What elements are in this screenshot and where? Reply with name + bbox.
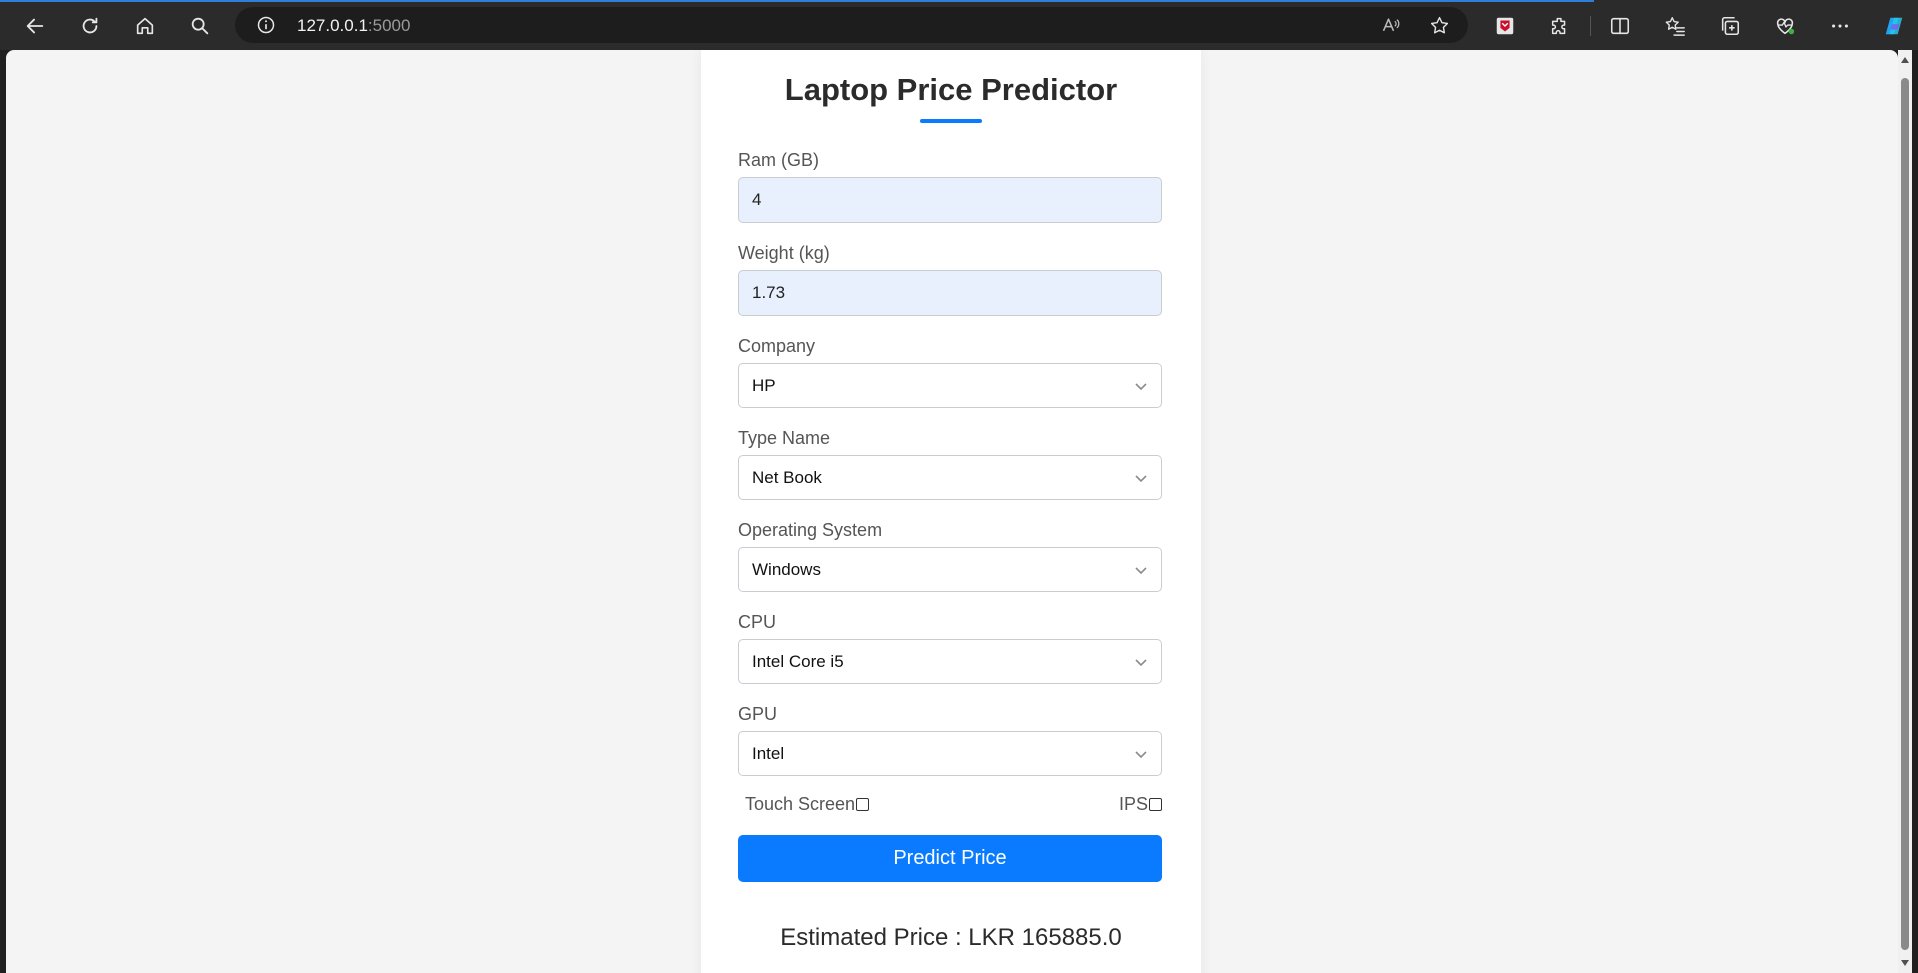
search-button[interactable] bbox=[184, 10, 216, 42]
arrow-left-icon bbox=[26, 18, 44, 34]
chevron-down-icon bbox=[1135, 659, 1147, 667]
cpu-select-value: Intel Core i5 bbox=[752, 652, 844, 671]
favorites-list-icon bbox=[1665, 17, 1685, 36]
cpu-select[interactable]: Intel Core i5 bbox=[738, 639, 1162, 684]
type-name-label: Type Name bbox=[738, 428, 831, 448]
collections-icon bbox=[1721, 16, 1740, 36]
chevron-down-icon bbox=[1135, 751, 1147, 759]
operating-system-label: Operating System bbox=[738, 520, 883, 540]
touch-screen-option: Touch Screen bbox=[745, 794, 870, 815]
touch-screen-checkbox[interactable] bbox=[856, 798, 870, 811]
refresh-button[interactable] bbox=[74, 10, 106, 42]
home-icon bbox=[136, 17, 154, 35]
star-icon bbox=[1430, 16, 1448, 33]
info-icon bbox=[257, 16, 275, 34]
ram-input[interactable]: 4 bbox=[738, 177, 1162, 223]
operating-system-select[interactable]: Windows bbox=[738, 547, 1162, 592]
address-bar[interactable]: 127.0.0.1:5000 bbox=[235, 7, 1468, 43]
ram-label: Ram (GB) bbox=[738, 150, 819, 170]
search-icon bbox=[191, 17, 209, 35]
type-name-select[interactable]: Net Book bbox=[738, 455, 1162, 500]
chevron-down-icon bbox=[1135, 383, 1147, 391]
ips-checkbox[interactable] bbox=[1149, 798, 1163, 811]
predictor-form-card: Laptop Price Predictor Ram (GB) 4 Weight… bbox=[701, 50, 1201, 973]
company-select-value: HP bbox=[752, 376, 776, 395]
toolbar-separator bbox=[1590, 16, 1591, 36]
ellipsis-icon bbox=[1832, 24, 1848, 28]
scroll-down-arrow-icon[interactable] bbox=[1901, 960, 1909, 966]
puzzle-icon bbox=[1551, 17, 1566, 35]
read-aloud-icon bbox=[1382, 18, 1400, 32]
operating-system-select-value: Windows bbox=[752, 560, 821, 579]
browser-toolbar: 127.0.0.1:5000 bbox=[0, 0, 1918, 50]
vertical-scrollbar[interactable] bbox=[1898, 50, 1912, 973]
cpu-label: CPU bbox=[738, 612, 777, 632]
gpu-label: GPU bbox=[738, 704, 778, 724]
loading-progress-line bbox=[0, 0, 1594, 2]
home-button[interactable] bbox=[129, 10, 161, 42]
weight-label: Weight (kg) bbox=[738, 243, 830, 263]
back-button[interactable] bbox=[19, 10, 51, 42]
ips-label: IPS bbox=[1119, 794, 1149, 814]
heart-pulse-icon bbox=[1776, 18, 1795, 35]
site-info-button[interactable] bbox=[255, 14, 277, 36]
more-button[interactable] bbox=[1824, 10, 1856, 42]
type-name-select-value: Net Book bbox=[752, 468, 822, 487]
ips-option: IPS bbox=[1119, 794, 1163, 815]
touch-screen-label: Touch Screen bbox=[745, 794, 856, 814]
favorites-button[interactable] bbox=[1659, 10, 1691, 42]
gpu-select-value: Intel bbox=[752, 744, 785, 763]
url-port: :5000 bbox=[367, 16, 411, 35]
scroll-up-arrow-icon[interactable] bbox=[1901, 57, 1909, 63]
company-select[interactable]: HP bbox=[738, 363, 1162, 408]
predict-price-button[interactable]: Predict Price bbox=[738, 835, 1162, 882]
scrollbar-thumb[interactable] bbox=[1901, 78, 1909, 950]
title-underline bbox=[920, 119, 982, 123]
chevron-down-icon bbox=[1135, 475, 1147, 483]
favorite-button[interactable] bbox=[1428, 14, 1450, 36]
company-label: Company bbox=[738, 336, 816, 356]
split-screen-icon bbox=[1610, 17, 1630, 35]
url-text[interactable]: 127.0.0.1:5000 bbox=[297, 16, 410, 36]
page-viewport: Laptop Price Predictor Ram (GB) 4 Weight… bbox=[6, 50, 1898, 973]
mcafee-extension-icon bbox=[1496, 17, 1514, 35]
url-host: 127.0.0.1 bbox=[297, 16, 368, 35]
browser-essentials-button[interactable] bbox=[1769, 10, 1801, 42]
refresh-icon bbox=[82, 17, 98, 34]
extensions-button[interactable] bbox=[1544, 10, 1576, 42]
weight-input[interactable]: 1.73 bbox=[738, 270, 1162, 316]
chevron-down-icon bbox=[1135, 567, 1147, 575]
copilot-icon bbox=[1885, 17, 1903, 35]
collections-button[interactable] bbox=[1714, 10, 1746, 42]
extension-button[interactable] bbox=[1489, 10, 1521, 42]
split-screen-button[interactable] bbox=[1604, 10, 1636, 42]
read-aloud-button[interactable] bbox=[1380, 14, 1402, 36]
copilot-button[interactable] bbox=[1878, 10, 1910, 42]
page-title: Laptop Price Predictor bbox=[784, 72, 1118, 107]
estimated-price-result: Estimated Price : LKR 165885.0 bbox=[780, 924, 1122, 951]
gpu-select[interactable]: Intel bbox=[738, 731, 1162, 776]
